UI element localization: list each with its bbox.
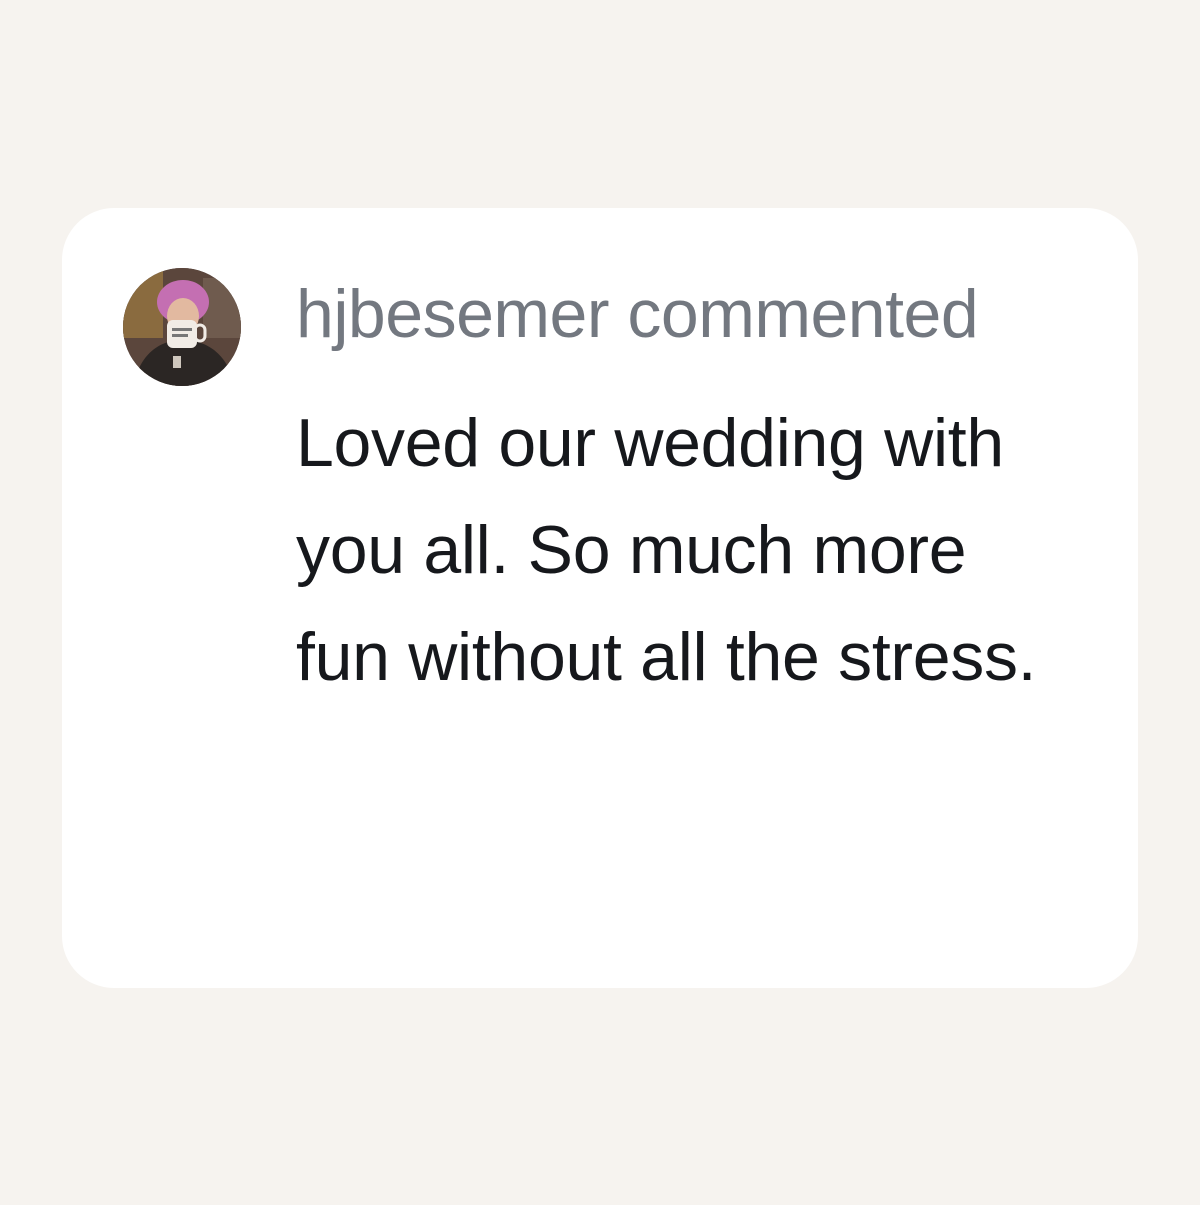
comment-header: hjbesemer commented xyxy=(296,276,979,352)
comment-text: Loved our wedding with you all. So much … xyxy=(296,405,1037,695)
comment-body: hjbesemer commented Loved our wedding wi… xyxy=(296,274,1076,711)
avatar[interactable] xyxy=(123,268,241,386)
user-photo-avatar-icon xyxy=(123,268,241,386)
comment-card: hjbesemer commented Loved our wedding wi… xyxy=(62,208,1138,988)
